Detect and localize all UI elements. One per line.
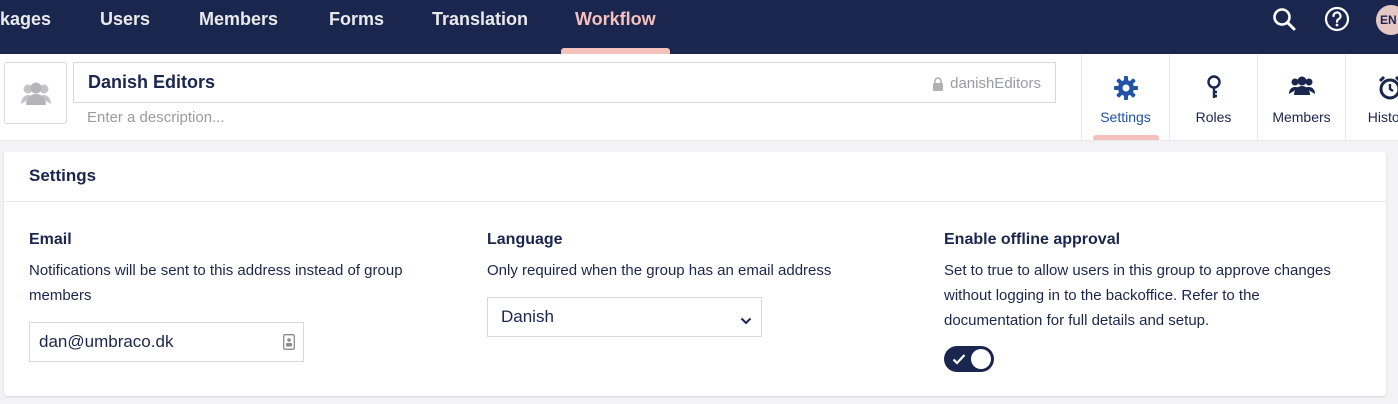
language-description: Only required when the group has an emai… [487,262,832,279]
app-members[interactable]: Members [1258,54,1346,140]
email-value: dan@umbraco.dk [39,332,174,351]
settings-panel: Settings Email Notifications will be sen… [4,152,1386,396]
search-icon[interactable] [1271,6,1297,32]
group-avatar[interactable] [4,62,67,124]
email-label: Email [29,231,72,248]
nav-item-members[interactable]: Members [199,0,278,54]
nav-item-workflow[interactable]: Workflow [575,0,656,54]
users-icon [1288,75,1316,102]
content-apps: Settings Roles Members History [1081,54,1398,141]
user-avatar[interactable]: EN [1376,5,1398,35]
nav-item-users[interactable]: Users [100,0,150,54]
language-value: Danish [501,307,554,326]
group-name-input[interactable]: Danish Editors danishEditors [73,62,1056,103]
key-icon [1204,75,1224,106]
editor-header: Danish Editors danishEditors Enter a des… [0,54,1398,141]
users-icon [20,82,51,105]
alias-field[interactable]: danishEditors [932,75,1041,92]
app-settings[interactable]: Settings [1082,54,1170,140]
panel-title: Settings [29,166,97,185]
app-label: Settings [1100,109,1151,125]
nav-item-forms[interactable]: Forms [329,0,384,54]
app-roles[interactable]: Roles [1170,54,1258,140]
nav-item-translation[interactable]: Translation [432,0,528,54]
nav-item-packages[interactable]: kages [0,0,51,54]
lock-icon[interactable] [932,76,944,91]
email-description: Notifications will be sent to this addre… [29,262,403,304]
offline-approval-property: Enable offline approval Set to true to a… [944,231,1354,333]
language-select[interactable]: Danish [487,297,762,337]
chevron-down-icon [740,312,752,330]
offline-approval-toggle[interactable] [944,346,994,372]
email-property: Email Notifications will be sent to this… [29,231,449,308]
help-icon[interactable] [1324,6,1350,32]
app-label: Members [1272,109,1331,125]
app-label: Roles [1195,109,1232,125]
app-history[interactable]: History [1346,54,1398,140]
language-property: Language Only required when the group ha… [487,231,907,283]
panel-divider [4,201,1386,202]
app-label: History [1367,109,1398,125]
email-field[interactable]: dan@umbraco.dk [29,322,304,362]
active-app-indicator [1093,135,1159,140]
clock-icon [1377,75,1398,106]
top-navigation: kages Users Members Forms Translation Wo… [0,0,1398,54]
offline-approval-label: Enable offline approval [944,231,1121,248]
group-name: Danish Editors [88,72,216,92]
contact-card-icon[interactable] [283,334,295,355]
description-input[interactable]: Enter a description... [87,109,225,126]
toggle-knob [971,349,991,369]
language-label: Language [487,231,563,248]
gear-icon [1113,75,1139,106]
check-icon [952,352,966,370]
alias-text: danishEditors [950,75,1041,92]
offline-approval-description: Set to true to allow users in this group… [944,262,1331,329]
